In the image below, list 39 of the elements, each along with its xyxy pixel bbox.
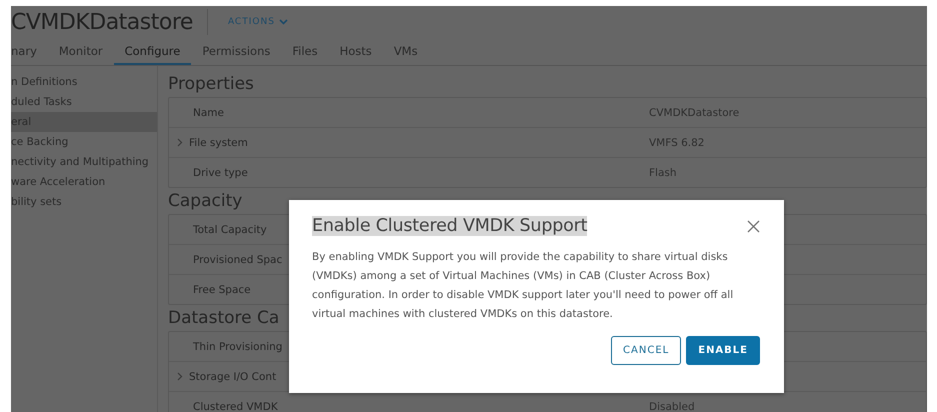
- sidebar-item[interactable]: ware Acceleration: [11, 172, 157, 192]
- property-value: CVMDKDatastore: [649, 106, 740, 118]
- property-value: Flash: [649, 166, 677, 178]
- property-label: Total Capacity: [192, 224, 267, 236]
- tab[interactable]: Files: [281, 38, 329, 65]
- dialog-message: By enabling VMDK Support you will provide the capability to share virtual disks (VMDKs) among a set of Virtual Machines (VMs) in CAB (Cluster Across Box) configuration. In order to disable VMDK support later you'll need to power off all virtual machines with clustered VMDKs on this datastore.: [312, 250, 734, 322]
- tab[interactable]: Permissions: [191, 38, 282, 65]
- dialog-title: Enable Clustered VMDK Support: [312, 216, 588, 236]
- property-value: VMFS 6.82: [649, 136, 704, 148]
- property-label: Clustered VMDK: [192, 400, 278, 412]
- expand-chevron-icon[interactable]: [177, 138, 183, 147]
- property-label: Drive type: [192, 166, 248, 178]
- close-icon[interactable]: [747, 220, 760, 232]
- property-label: Provisioned Spac: [192, 254, 282, 266]
- tab[interactable]: Hosts: [328, 38, 383, 65]
- actions-button[interactable]: ACTIONS: [222, 17, 294, 27]
- property-label: Thin Provisioning: [192, 340, 282, 352]
- sidebar-item[interactable]: n Definitions: [11, 72, 157, 92]
- property-label: Storage I/O Cont: [189, 370, 276, 382]
- property-label: File system: [189, 136, 248, 148]
- datastore-title: CVMDKDatastore: [11, 10, 193, 34]
- property-label: Name: [192, 106, 224, 118]
- property-value: Disabled: [649, 400, 695, 412]
- tab[interactable]: Monitor: [48, 38, 114, 65]
- sidebar-item[interactable]: ce Backing: [11, 132, 157, 152]
- property-label: Free Space: [192, 284, 251, 296]
- sidebar-item[interactable]: duled Tasks: [11, 92, 157, 112]
- tab[interactable]: VMs: [382, 38, 429, 65]
- section-title: Datastore Ca: [168, 307, 280, 330]
- expand-chevron-icon[interactable]: [177, 372, 183, 381]
- section-title: Properties: [168, 73, 254, 96]
- section-title: Capacity: [168, 190, 242, 213]
- enable-button[interactable]: ENABLE: [686, 336, 760, 365]
- cancel-button[interactable]: CANCEL: [611, 336, 682, 365]
- sidebar-item[interactable]: nectivity and Multipathing: [11, 152, 157, 172]
- tab[interactable]: Configure: [114, 38, 192, 65]
- chevron-down-icon: [278, 19, 288, 25]
- tab[interactable]: nary: [11, 38, 48, 65]
- sidebar-item[interactable]: bility sets: [11, 192, 157, 212]
